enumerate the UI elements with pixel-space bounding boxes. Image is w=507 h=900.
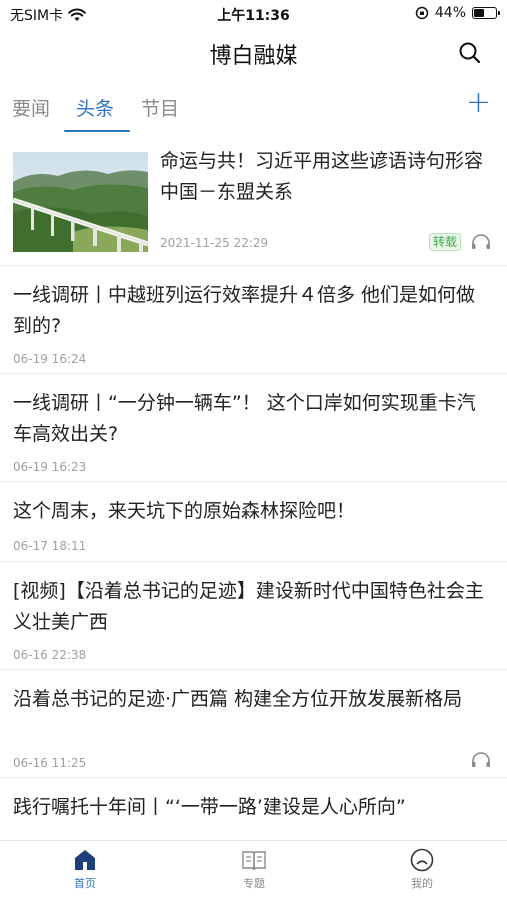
nav-home-label: 首页 [74,877,96,890]
orientation-lock-icon [415,6,429,20]
article-title[interactable]: 沿着总书记的足迹·广西篇 构建全方位开放发展新格局 [13,684,493,715]
list-item[interactable]: 一线调研丨“一分钟一辆车”！ 这个口岸如何实现重卡汽车高效出关? 06-19 1… [0,374,507,482]
article-title[interactable]: [视频]【沿着总书记的足迹】建设新时代中国特色社会主义壮美广西 [13,576,493,638]
nav-topics[interactable]: 专题 [214,847,294,891]
featured-time: 2021-11-25 22:29 [160,236,269,250]
nav-profile[interactable]: 我的 [382,847,462,891]
news-feed[interactable]: 命运与共！习近平用这些谚语诗句形容中国－东盟关系 2021-11-25 22:2… [0,136,507,840]
add-channel-button[interactable]: + [466,88,491,118]
nav-topics-label: 专题 [243,877,265,890]
bottom-nav: 首页 专题 我的 [0,840,507,900]
article-time: 06-17 18:11 [13,539,87,553]
list-item[interactable]: 践行嘱托十年间丨“‘一带一路’建设是人心所向” [0,778,507,840]
featured-image [13,152,148,252]
profile-icon [410,848,434,872]
tab-yaowen[interactable]: 要闻 [12,94,50,121]
article-title[interactable]: 一线调研丨中越班列运行效率提升４倍多 他们是如何做到的? [13,280,493,342]
status-bar: 无SIM卡 上午11:36 44% [0,0,507,28]
list-item[interactable]: 这个周末，来天坑下的原始森林探险吧！ 06-17 18:11 [0,482,507,562]
status-right: 44% [415,5,500,21]
tab-jiemu[interactable]: 节目 [141,94,179,121]
active-tab-indicator [64,130,130,132]
battery-icon [472,7,500,19]
article-time: 06-16 11:25 [13,756,87,770]
book-icon [242,851,266,871]
search-icon[interactable] [457,40,483,66]
headphones-icon[interactable] [471,751,491,769]
battery-percent: 44% [434,5,466,21]
featured-article[interactable]: 命运与共！习近平用这些谚语诗句形容中国－东盟关系 2021-11-25 22:2… [0,136,507,266]
app-header: 博白融媒 [0,28,507,78]
channel-tabs: 要闻 头条 节目 + [0,86,507,132]
home-icon [75,850,95,870]
headphones-icon[interactable] [471,233,491,251]
nav-home[interactable]: 首页 [45,847,125,891]
list-item[interactable]: 一线调研丨中越班列运行效率提升４倍多 他们是如何做到的? 06-19 16:24 [0,266,507,374]
article-time: 06-16 22:38 [13,648,87,662]
list-item[interactable]: [视频]【沿着总书记的足迹】建设新时代中国特色社会主义壮美广西 06-16 22… [0,562,507,670]
nav-profile-label: 我的 [411,877,433,890]
article-time: 06-19 16:24 [13,352,87,366]
page-title: 博白融媒 [209,44,298,69]
list-item[interactable]: 沿着总书记的足迹·广西篇 构建全方位开放发展新格局 06-16 11:25 [0,670,507,778]
featured-title[interactable]: 命运与共！习近平用这些谚语诗句形容中国－东盟关系 [160,146,493,208]
article-time: 06-19 16:23 [13,460,87,474]
tab-toutiao[interactable]: 头条 [76,94,114,121]
article-title[interactable]: 践行嘱托十年间丨“‘一带一路’建设是人心所向” [13,792,493,823]
article-title[interactable]: 这个周末，来天坑下的原始森林探险吧！ [13,496,493,527]
repost-badge: 转载 [429,233,462,251]
article-title[interactable]: 一线调研丨“一分钟一辆车”！ 这个口岸如何实现重卡汽车高效出关? [13,388,493,450]
